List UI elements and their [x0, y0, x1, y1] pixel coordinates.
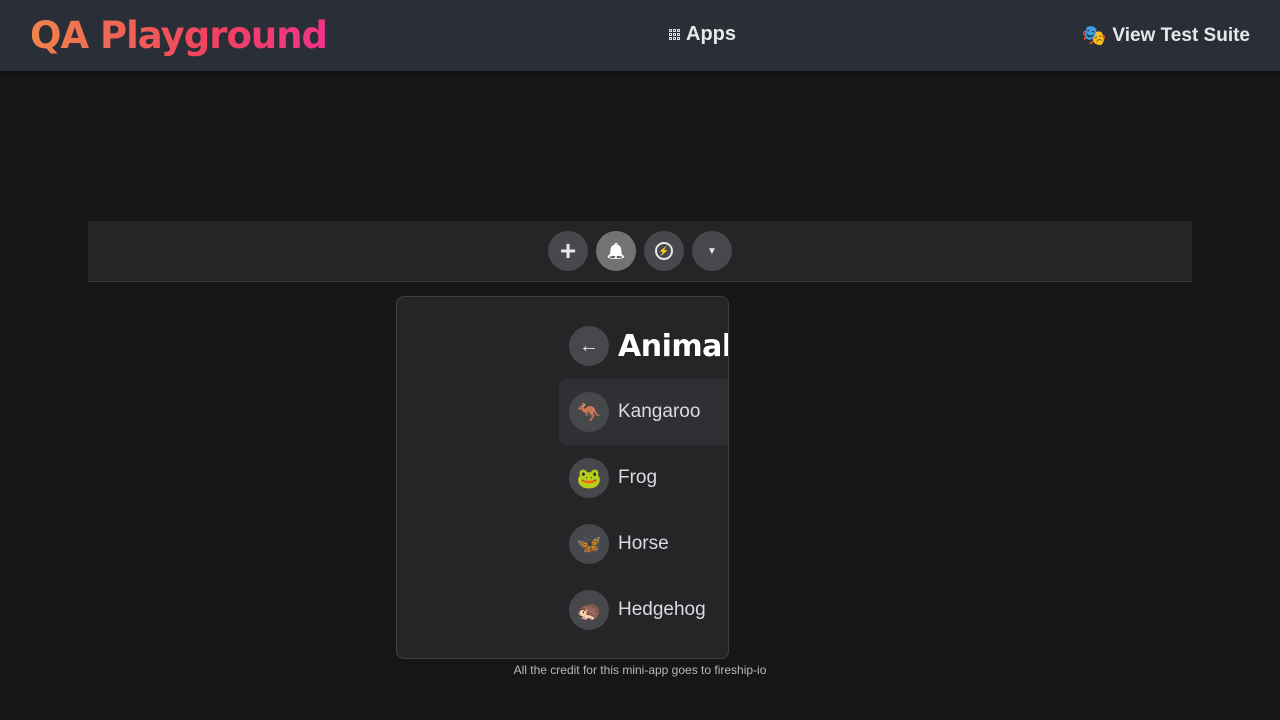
dropdown-menu: ← Animals 🦘 Kangaroo 🐸 Frog 🦋 Horse 🦔 He…	[396, 296, 729, 659]
kangaroo-icon: 🦘	[569, 392, 609, 432]
grid-icon	[669, 29, 680, 40]
back-button[interactable]: ←	[569, 326, 609, 366]
menu-item-frog[interactable]: 🐸 Frog	[559, 445, 728, 511]
messenger-button[interactable]: ⚡	[644, 231, 684, 271]
caret-down-icon: ▼	[707, 245, 717, 257]
view-test-suite-link[interactable]: 🎭 View Test Suite	[1081, 23, 1250, 48]
butterfly-icon: 🦋	[569, 524, 609, 564]
apps-link[interactable]: Apps	[669, 23, 736, 46]
menu-item-label: Hedgehog	[618, 599, 706, 620]
menu-header: ← Animals	[569, 326, 728, 366]
apps-label: Apps	[686, 23, 736, 45]
menu-item-kangaroo[interactable]: 🦘 Kangaroo	[559, 379, 728, 445]
credit-text: All the credit for this mini-app goes to…	[513, 663, 767, 677]
bell-button[interactable]: 🔔	[596, 231, 636, 271]
menu-item-label: Horse	[618, 533, 669, 554]
navbar: + 🔔 ⚡ ▼	[88, 221, 1192, 282]
dropdown-button[interactable]: ▼	[692, 231, 732, 271]
top-header: QA Playground Apps 🎭 View Test Suite	[0, 0, 1280, 71]
menu-item-label: Kangaroo	[618, 401, 701, 422]
plus-icon: +	[559, 235, 577, 266]
hedgehog-icon: 🦔	[569, 590, 609, 630]
messenger-icon: ⚡	[655, 242, 673, 260]
menu-title: Animals	[618, 328, 728, 364]
menu-item-label: Frog	[618, 467, 658, 488]
menu-item-hedgehog[interactable]: 🦔 Hedgehog	[559, 577, 728, 643]
frog-icon: 🐸	[569, 458, 609, 498]
view-test-suite-label: View Test Suite	[1112, 24, 1250, 46]
performing-arts-mask-icon: 🎭	[1081, 25, 1107, 47]
logo[interactable]: QA Playground	[30, 14, 328, 57]
bell-icon: 🔔	[606, 243, 626, 260]
plus-button[interactable]: +	[548, 231, 588, 271]
menu-item-horse[interactable]: 🦋 Horse	[559, 511, 728, 577]
